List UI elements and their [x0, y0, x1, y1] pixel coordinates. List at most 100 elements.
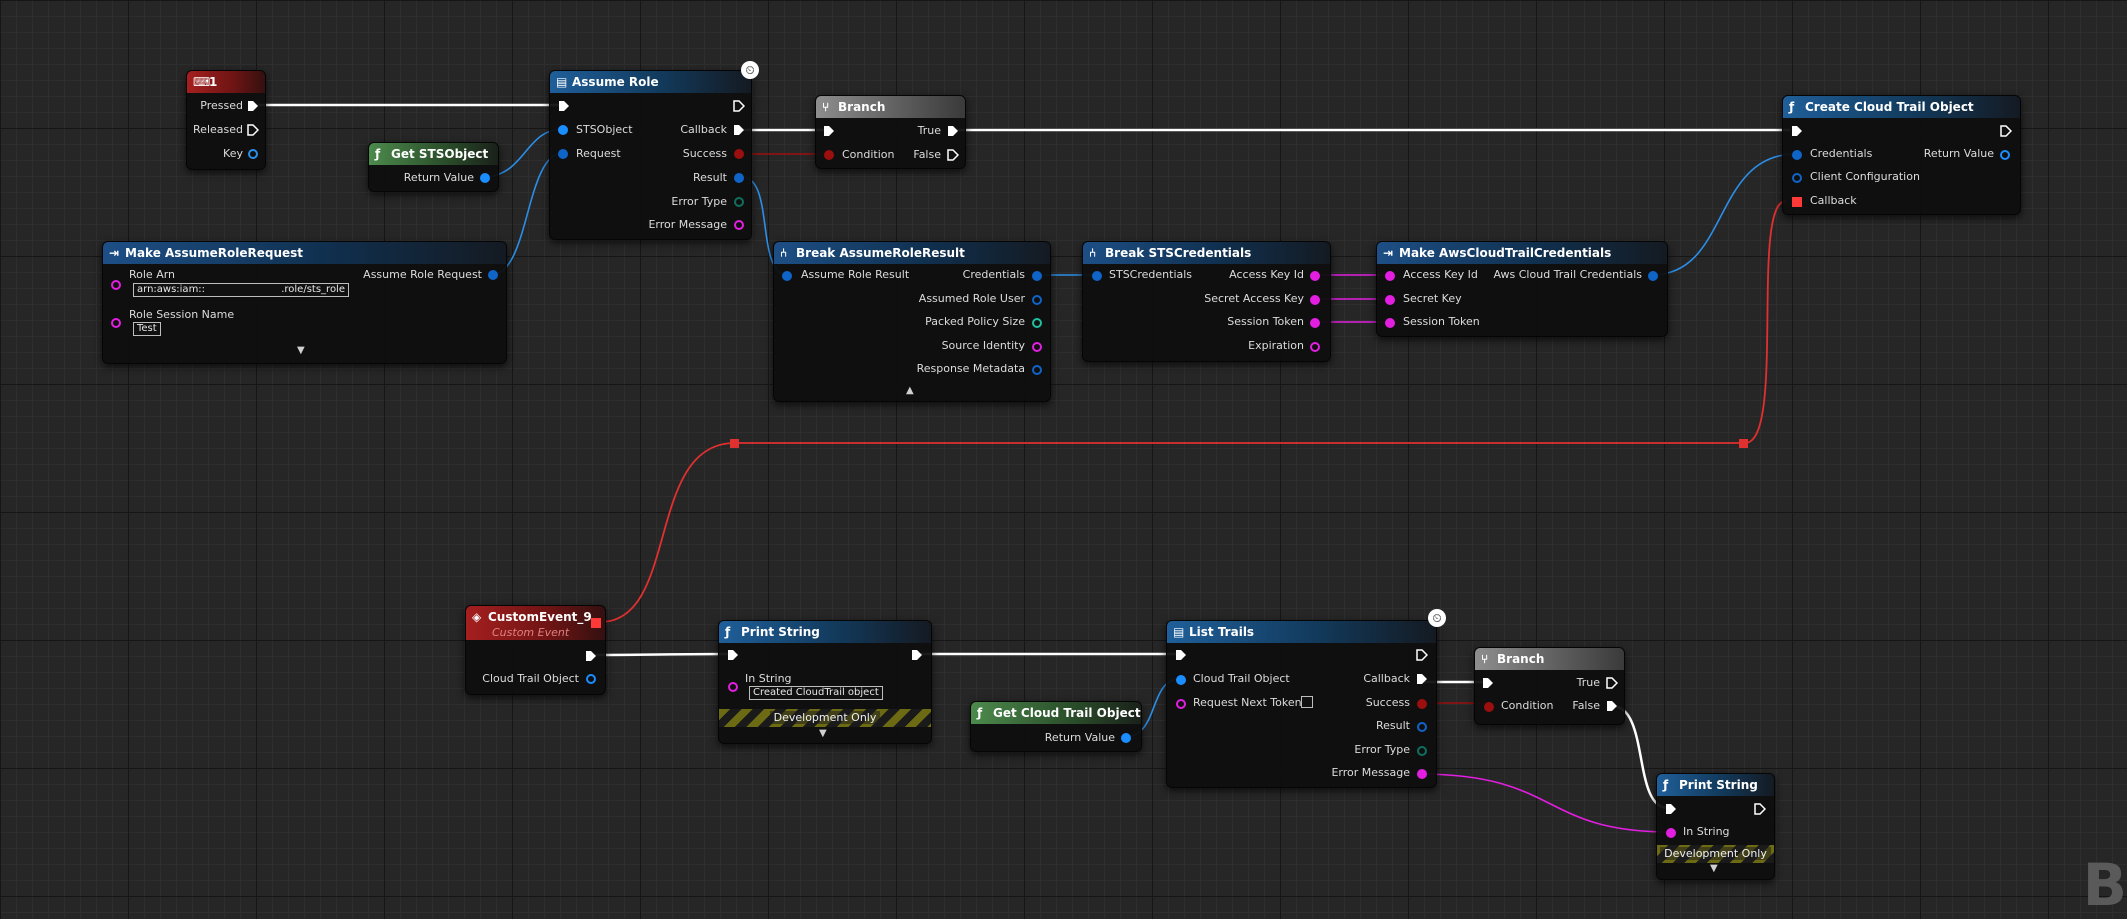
break-stscredentials-node[interactable]: ⑃ Break STSCredentials STSCredentials Ac…	[1082, 241, 1331, 362]
object-pin-stsobject[interactable]	[558, 125, 568, 135]
string-pin-expiration[interactable]	[1310, 342, 1320, 352]
object-pin-return-value[interactable]	[2000, 150, 2010, 160]
struct-pin-response-metadata[interactable]	[1032, 365, 1042, 375]
pin-label-cloud-trail-object: Cloud Trail Object	[1193, 672, 1290, 685]
struct-pin-result[interactable]	[734, 173, 744, 183]
struct-pin-result[interactable]	[1417, 722, 1427, 732]
enum-pin-error-type[interactable]	[734, 197, 744, 207]
exec-pin-out[interactable]	[585, 650, 597, 662]
pin-label-client-configuration: Client Configuration	[1810, 170, 1920, 183]
expand-arrow-icon[interactable]: ▲	[906, 385, 914, 396]
object-pin-cloud-trail-object[interactable]	[1176, 675, 1186, 685]
list-trails-node[interactable]: ▤ List Trails ⏲ Cloud Trail Object Reque…	[1166, 609, 1446, 788]
struct-pin-key[interactable]	[248, 149, 258, 159]
function-icon: ƒ	[725, 625, 731, 639]
exec-pin-in[interactable]	[1665, 803, 1677, 815]
struct-pin-assume-role-request[interactable]	[488, 270, 498, 280]
exec-pin-in[interactable]	[1175, 649, 1187, 661]
exec-pin-pressed[interactable]	[247, 100, 259, 112]
string-pin-session-token-in[interactable]	[1385, 318, 1395, 328]
exec-pin-in[interactable]	[823, 125, 835, 137]
string-pin-in-string[interactable]	[1666, 828, 1676, 838]
exec-pin-callback[interactable]	[1416, 673, 1428, 685]
collapse-arrow-icon[interactable]: ▼	[297, 345, 305, 356]
struct-pin-stscredentials[interactable]	[1092, 271, 1102, 281]
exec-pin-in[interactable]	[1791, 125, 1803, 137]
string-pin-error-message[interactable]	[1417, 769, 1427, 779]
exec-pin-out[interactable]	[911, 649, 923, 661]
string-pin-secret-key[interactable]	[1385, 295, 1395, 305]
enum-pin-error-type[interactable]	[1417, 746, 1427, 756]
exec-pin-in[interactable]	[1482, 677, 1494, 689]
custom-event-icon: ◈	[472, 610, 482, 624]
request-next-token-checkbox[interactable]	[1301, 696, 1313, 708]
clock-icon: ⏲	[1428, 609, 1446, 627]
collapse-arrow-icon[interactable]: ▼	[1710, 863, 1718, 874]
struct-pin-credentials[interactable]	[1032, 271, 1042, 281]
exec-pin-released[interactable]	[247, 124, 259, 136]
exec-pin-out[interactable]	[733, 100, 745, 112]
node-header: ⑂ Branch	[816, 96, 965, 118]
string-pin-source-identity[interactable]	[1032, 342, 1042, 352]
exec-pin-out[interactable]	[1754, 803, 1766, 815]
struct-pin-credentials-in[interactable]	[1792, 150, 1802, 160]
role-arn-input[interactable]: arn:aws:iam:: .role/sts_role	[133, 283, 349, 297]
collapse-arrow-icon[interactable]: ▼	[819, 728, 827, 739]
object-pin-cloud-trail-object[interactable]	[586, 674, 596, 684]
node-title: Print String	[741, 625, 820, 639]
exec-pin-in[interactable]	[558, 100, 570, 112]
pin-label-condition: Condition	[842, 148, 895, 161]
create-cloud-trail-object-node[interactable]: ƒ Create Cloud Trail Object Credentials …	[1782, 95, 2021, 215]
exec-pin-true[interactable]	[1606, 677, 1618, 689]
print-string-node-1[interactable]: ƒ Print String In String Created CloudTr…	[718, 620, 932, 744]
bool-pin-condition[interactable]	[1484, 702, 1494, 712]
delegate-pin-output[interactable]	[591, 618, 601, 628]
string-pin-error-message[interactable]	[734, 220, 744, 230]
struct-pin-request[interactable]	[558, 149, 568, 159]
struct-pin-assume-role-result[interactable]	[782, 271, 792, 281]
struct-pin-assumed-role-user[interactable]	[1032, 295, 1042, 305]
exec-pin-false[interactable]	[1606, 700, 1618, 712]
object-pin-return-value[interactable]	[480, 173, 490, 183]
branch-node-top[interactable]: ⑂ Branch Condition True False	[815, 95, 966, 169]
bool-pin-success[interactable]	[1417, 699, 1427, 709]
reroute-node[interactable]	[1739, 439, 1748, 448]
string-pin-access-key-id[interactable]	[1310, 271, 1320, 281]
development-only-banner: Development Only	[1657, 845, 1774, 863]
exec-pin-in[interactable]	[727, 649, 739, 661]
in-string-input[interactable]: Created CloudTrail object	[749, 686, 883, 700]
break-assumeroleresult-node[interactable]: ⑃ Break AssumeRoleResult Assume Role Res…	[773, 241, 1051, 402]
bool-pin-condition[interactable]	[824, 150, 834, 160]
exec-pin-false[interactable]	[947, 149, 959, 161]
string-pin-role-arn[interactable]	[111, 280, 121, 290]
custom-event-node[interactable]: ◈ CustomEvent_9 Custom Event Cloud Trail…	[465, 605, 606, 695]
string-pin-secret-access-key[interactable]	[1310, 295, 1320, 305]
key-1-event-node[interactable]: ⌨ 1 Pressed Released Key	[186, 70, 266, 170]
string-pin-session-token[interactable]	[1310, 318, 1320, 328]
exec-pin-out[interactable]	[2000, 125, 2012, 137]
pin-label-pressed: Pressed	[200, 99, 243, 112]
string-pin-role-session-name[interactable]	[111, 318, 121, 328]
make-assumerolerequest-node[interactable]: ⇥ Make AssumeRoleRequest Role Arn arn:aw…	[102, 241, 507, 364]
get-cloud-trail-object-node[interactable]: ƒ Get Cloud Trail Object Return Value	[970, 701, 1142, 752]
object-pin-return-value[interactable]	[1121, 733, 1131, 743]
exec-pin-callback[interactable]	[733, 124, 745, 136]
get-stsobject-node[interactable]: ƒ Get STSObject Return Value	[368, 142, 499, 192]
struct-pin-aws-cloud-trail-credentials[interactable]	[1648, 271, 1658, 281]
assume-role-node[interactable]: ▤ Assume Role ⏲ STSObject Request Callba…	[549, 61, 759, 240]
branch-node-bottom[interactable]: ⑂ Branch Condition True False	[1474, 647, 1625, 725]
make-awscloudtrailcredentials-node[interactable]: ⇥ Make AwsCloudTrailCredentials Access K…	[1376, 241, 1668, 337]
print-string-node-2[interactable]: ƒ Print String In String Development Onl…	[1656, 773, 1775, 880]
bool-pin-success[interactable]	[734, 149, 744, 159]
reroute-node[interactable]	[730, 439, 739, 448]
int-pin-packed-policy-size[interactable]	[1032, 318, 1042, 328]
string-pin-in-string[interactable]	[728, 682, 738, 692]
struct-pin-client-configuration[interactable]	[1792, 173, 1802, 183]
delegate-pin-callback[interactable]	[1792, 197, 1802, 207]
string-pin-access-key-id-in[interactable]	[1385, 271, 1395, 281]
exec-pin-true[interactable]	[947, 125, 959, 137]
exec-pin-out[interactable]	[1416, 649, 1428, 661]
role-session-name-input[interactable]: Test	[133, 322, 161, 336]
string-pin-request-next-token[interactable]	[1176, 699, 1186, 709]
node-header: ⑂ Branch	[1475, 648, 1624, 670]
